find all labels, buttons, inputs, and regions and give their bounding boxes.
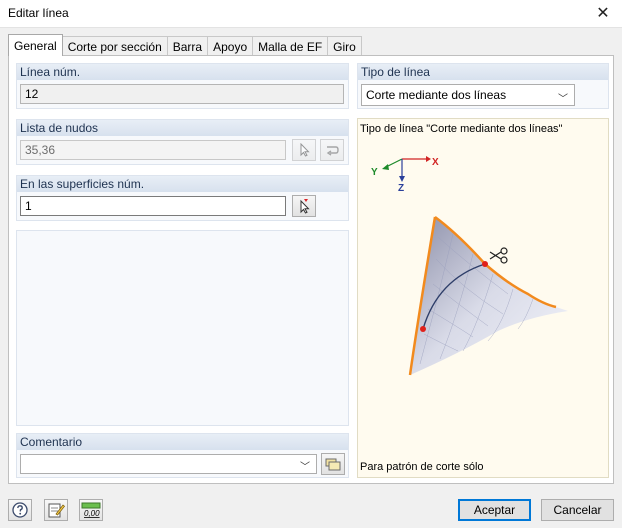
units-button[interactable]: 0,00 [79,499,103,521]
comment-library-button[interactable] [321,453,345,475]
tab-malla-de-ef[interactable]: Malla de EF [252,36,329,56]
general-tab-panel: Línea núm. 12 Lista de nudos 35,36 En la… [8,55,614,484]
surfaces-group: En las superficies núm. 1 [16,175,349,221]
svg-text:0,00: 0,00 [84,509,100,518]
tab-corte-por-seccion[interactable]: Corte por sección [61,36,168,56]
line-type-select[interactable]: Corte mediante dos líneas ﹀ [361,84,575,106]
preview-footer: Para patrón de corte sólo [360,461,484,473]
preview-title: Tipo de línea "Corte mediante dos líneas… [360,123,563,135]
axes-icon [382,156,431,182]
comment-label: Comentario [17,434,348,450]
axis-x-label: X [432,157,439,168]
node-list-field[interactable]: 35,36 [20,140,286,160]
line-number-label: Línea núm. [17,64,348,80]
pick-nodes-button[interactable] [292,139,316,161]
tab-giro[interactable]: Giro [327,36,362,56]
comment-group: Comentario ﹀ [16,433,349,478]
close-icon[interactable]: ✕ [592,3,614,23]
node-list-label: Lista de nudos [17,120,348,136]
chevron-down-icon: ﹀ [300,462,310,473]
select-nodes-button[interactable] [320,139,344,161]
units-icon: 0,00 [81,502,101,518]
empty-area [16,230,349,426]
preview-graphic [382,156,568,376]
line-number-field[interactable]: 12 [20,84,344,104]
tab-strip: General Corte por sección Barra Apoyo Ma… [8,34,362,56]
ok-button[interactable]: Aceptar [458,499,531,521]
help-button[interactable] [8,499,32,521]
pick-icon [300,143,310,157]
pick-surfaces-button[interactable] [292,195,316,217]
tab-general[interactable]: General [8,34,63,56]
chevron-down-icon: ﹀ [558,94,568,105]
pick-icon [300,199,310,214]
surfaces-label: En las superficies núm. [17,176,348,192]
window-title: Editar línea [8,6,69,20]
line-type-group: Tipo de línea Corte mediante dos líneas … [357,63,609,109]
comment-combo[interactable]: ﹀ [20,454,317,474]
title-bar: Editar línea ✕ [0,0,622,28]
tab-barra[interactable]: Barra [166,36,209,56]
surfaces-field[interactable]: 1 [20,196,286,216]
tab-apoyo[interactable]: Apoyo [207,36,254,56]
line-type-preview: X Y Z Tipo de línea "Corte mediante dos … [357,118,609,478]
line-type-label: Tipo de línea [358,64,608,80]
edit-button[interactable] [44,499,68,521]
axis-z-label: Z [398,183,405,194]
node-list-group: Lista de nudos 35,36 [16,119,349,165]
scissors-icon [489,247,508,264]
line-number-group: Línea núm. 12 [16,63,349,109]
help-icon [12,502,28,518]
library-icon [325,458,341,471]
cancel-button[interactable]: Cancelar [541,499,614,521]
edit-icon [48,503,65,518]
axis-y-label: Y [371,167,378,178]
line-type-value: Corte mediante dos líneas [366,88,507,102]
select-icon [326,146,339,156]
